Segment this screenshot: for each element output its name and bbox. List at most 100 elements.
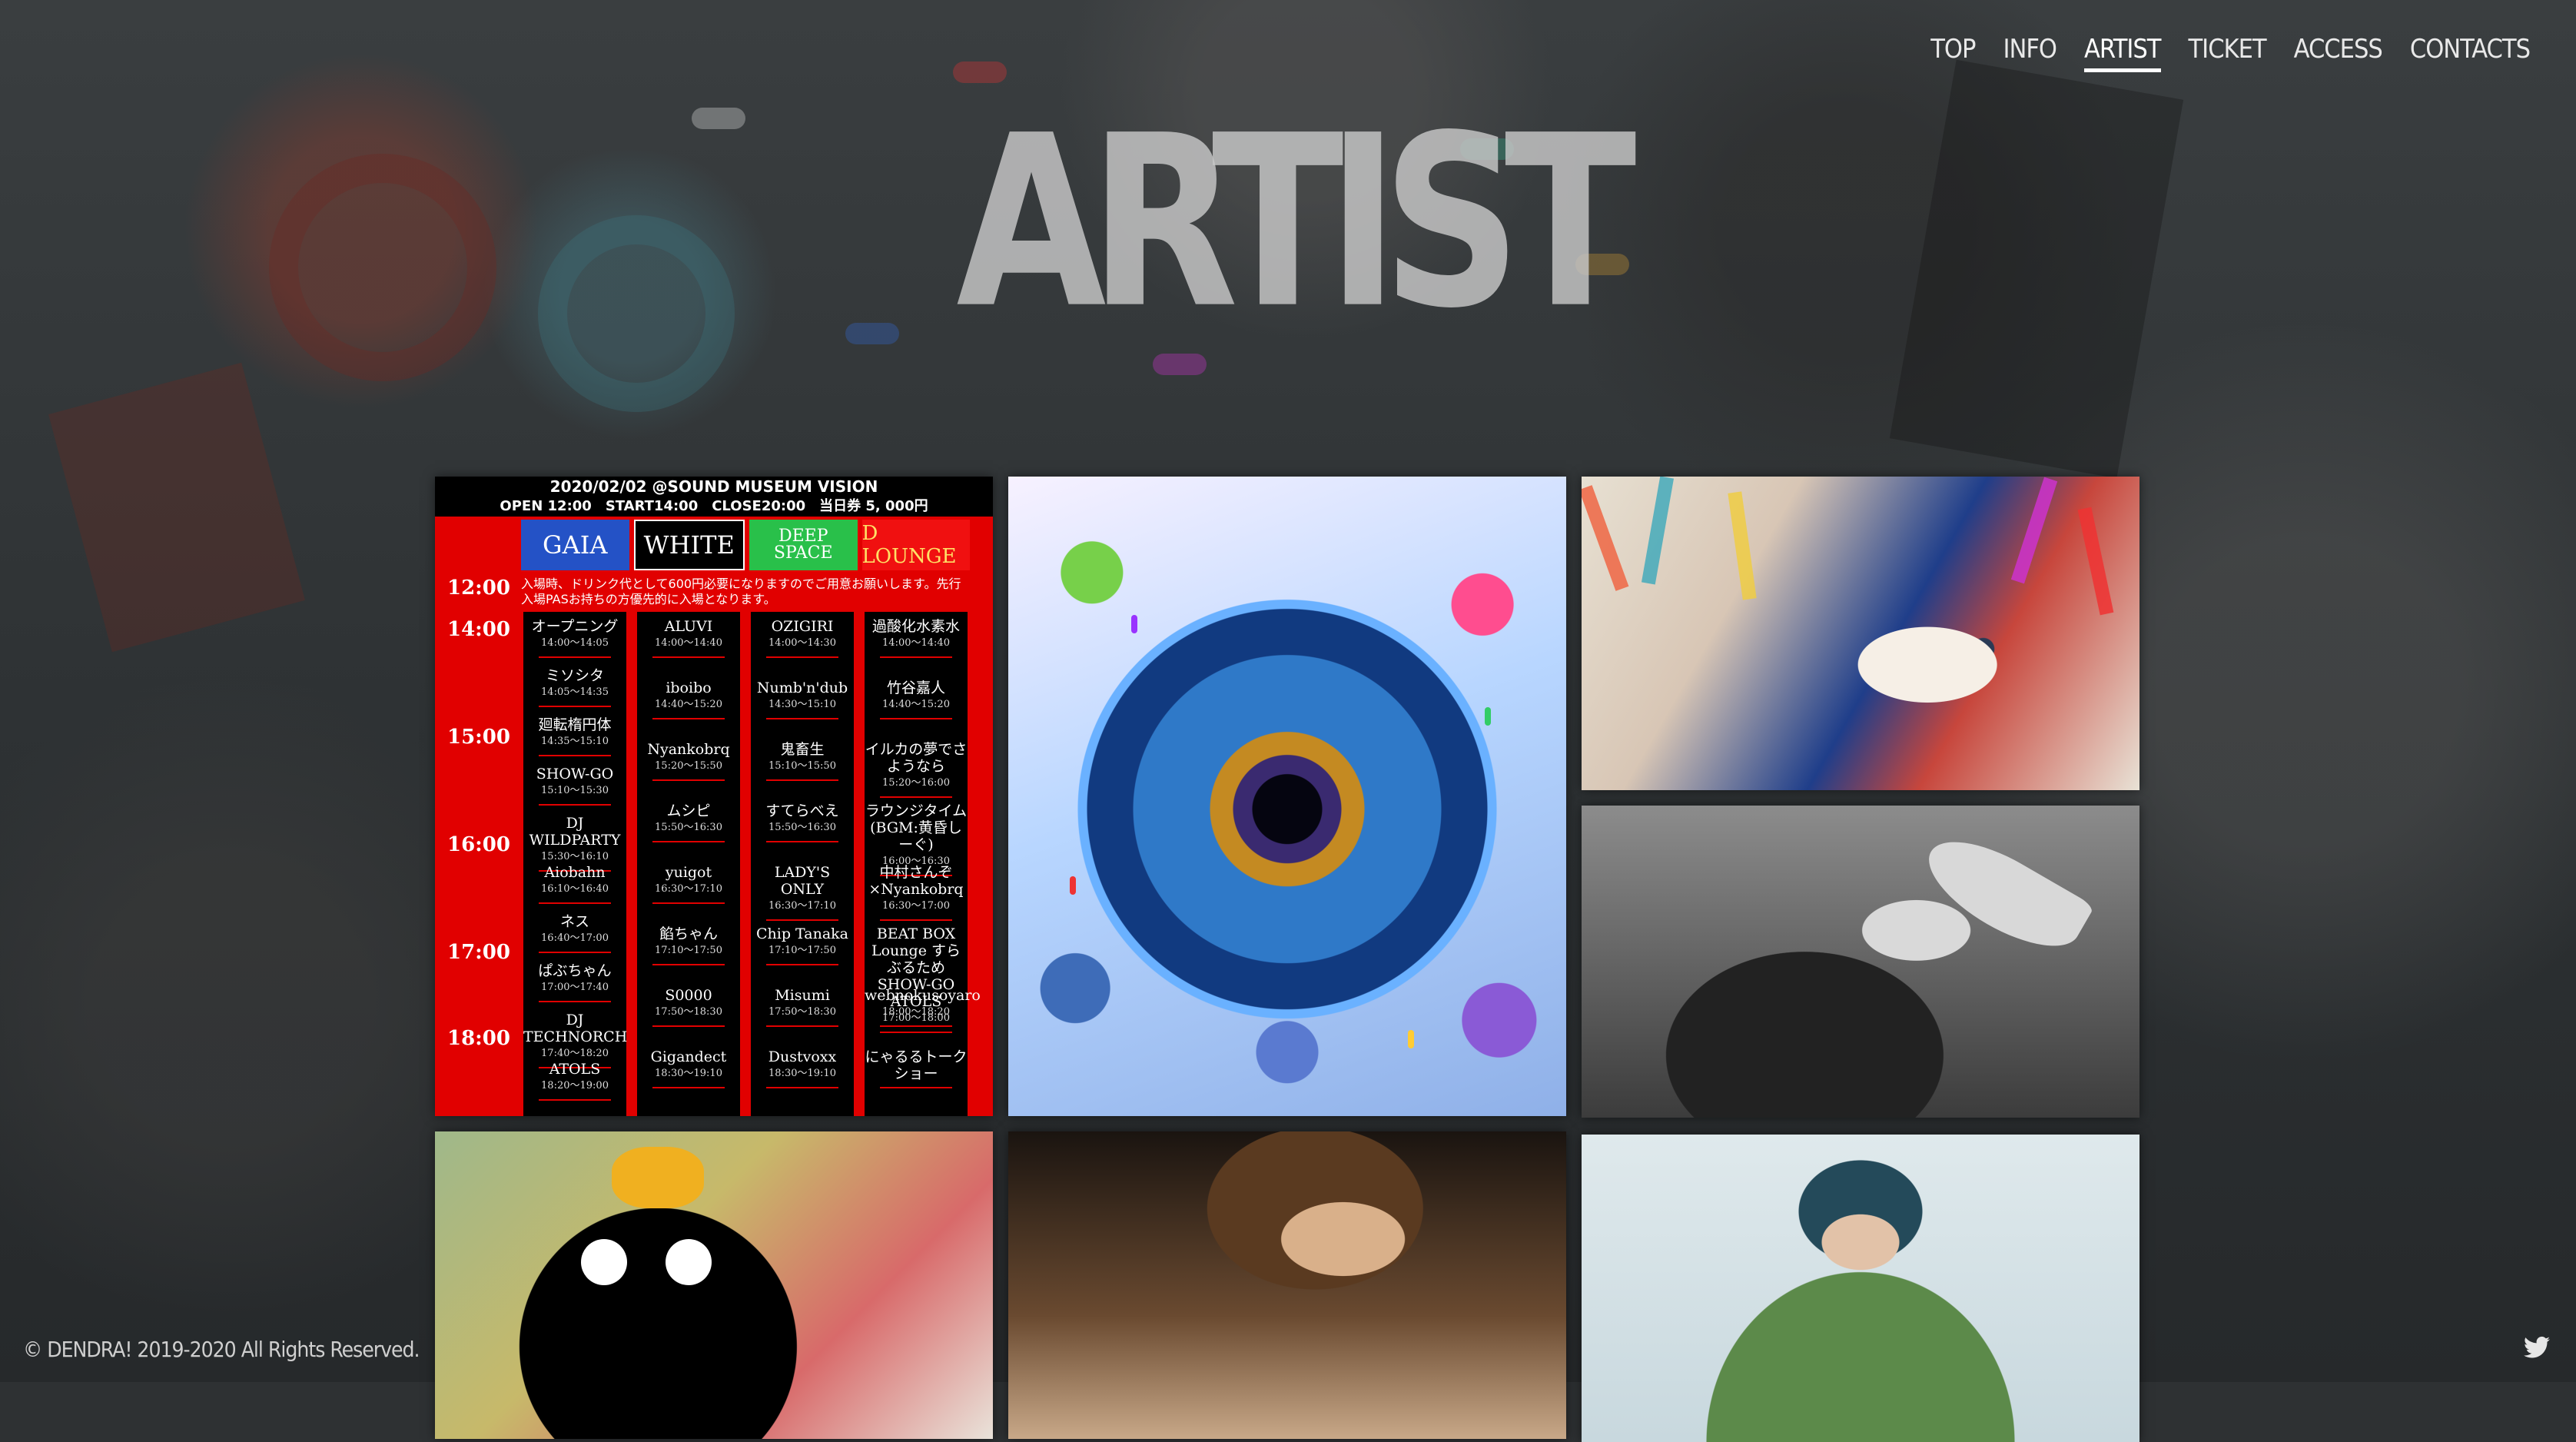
slot-time: 16:30〜17:10 — [768, 900, 836, 912]
artist-name: DJ TECHNORCH — [523, 1012, 628, 1045]
artist-tile-eye-artwork[interactable] — [1008, 477, 1566, 1116]
timetable-stage-column: 過酸化水素水 14:00〜14:40 竹谷嘉人 14:40〜15:20 イルカの夢でさよ… — [862, 612, 981, 1116]
artist-name: Gigandect — [650, 1048, 727, 1065]
slot-time: 14:40〜15:20 — [655, 699, 722, 710]
slot-time: 14:35〜15:10 — [541, 736, 609, 747]
timetable-slot: DJ TECHNORCH 17:40〜18:20 — [523, 1012, 628, 1068]
timetable-slot: 過酸化水素水 14:00〜14:40 — [865, 618, 968, 658]
slot-time: 14:00〜14:40 — [655, 637, 722, 649]
artist-name: iboibo — [666, 679, 712, 696]
artist-name: 餡ちゃん — [659, 925, 718, 942]
artist-name: Numb'n'dub — [756, 679, 848, 696]
artist-name: にゃるるトークショー — [865, 1048, 968, 1082]
timetable-columns: オープニング 14:00〜14:05 ミソシタ 14:05〜14:35 廻転楕円体 14:… — [521, 612, 981, 1116]
slot-time: 17:40〜18:20 — [541, 1048, 609, 1059]
artist-name: ミソシタ — [545, 667, 604, 684]
timetable-hours: OPEN 12:00 START14:00 CLOSE20:00 当日券 5, … — [500, 498, 928, 514]
slot-time: 16:30〜17:00 — [882, 900, 950, 912]
timetable-slot: Aiobahn 16:10〜16:40 — [523, 864, 626, 904]
artist-name: ネス — [559, 913, 589, 930]
slot-time: 15:30〜16:10 — [541, 851, 609, 862]
time-label: 12:00 — [447, 576, 510, 600]
timetable-slot: Dustvoxx 18:30〜19:10 — [751, 1048, 854, 1088]
timetable-slot: ネス 16:40〜17:00 — [523, 913, 626, 953]
timetable-slot: Numb'n'dub 14:30〜15:10 — [751, 679, 854, 719]
artist-name: 鬼畜生 — [780, 741, 825, 758]
slot-time: 18:30〜19:10 — [655, 1068, 722, 1079]
timetable-slot: 中村さんぞ×Nyankobrq 16:30〜17:00 — [865, 864, 968, 921]
artist-name: 中村さんぞ×Nyankobrq — [868, 864, 964, 898]
artist-name: DJ WILDPARTY — [529, 815, 621, 849]
slot-time: 15:20〜16:00 — [882, 777, 950, 789]
artist-tile-timetable[interactable]: 2020/02/02 @SOUND MUSEUM VISION OPEN 12:… — [435, 477, 993, 1116]
artist-name: yuigot — [665, 864, 712, 881]
timetable-slot: Nyankobrq 15:20〜15:50 — [637, 741, 740, 781]
slot-time: 17:50〜18:30 — [655, 1006, 722, 1018]
slot-time: 15:10〜15:30 — [541, 785, 609, 796]
stage-label: GAIA — [521, 520, 629, 570]
artist-name: Aiobahn — [544, 864, 606, 881]
artist-name: S0000 — [665, 987, 712, 1004]
timetable-header: 2020/02/02 @SOUND MUSEUM VISION OPEN 12:… — [435, 477, 993, 517]
artist-name: ATOLS — [549, 1061, 601, 1078]
timetable-slot: ぱぶちゃん 17:00〜17:40 — [523, 962, 626, 1002]
slot-time: 17:50〜18:30 — [768, 1006, 836, 1018]
timetable-slot: 竹谷嘉人 14:40〜15:20 — [865, 679, 968, 719]
nav-contacts[interactable]: CONTACTS — [2410, 34, 2531, 72]
timetable-stage-column: ALUVI 14:00〜14:40 iboibo 14:40〜15:20 Nyankob… — [635, 612, 742, 1116]
nav-artist[interactable]: ARTIST — [2084, 34, 2161, 72]
artist-name: ムシピ — [666, 802, 711, 819]
copyright-text: © DENDRA! 2019-2020 All Rights Reserved. — [23, 1337, 420, 1362]
timetable-slot: Misumi 17:50〜18:30 — [751, 987, 854, 1027]
nav-info[interactable]: INFO — [2003, 34, 2057, 72]
artist-name: OZIGIRI — [771, 618, 834, 635]
time-label: 18:00 — [447, 1027, 510, 1050]
artist-name: Chip Tanaka — [756, 925, 848, 942]
time-label: 16:00 — [447, 833, 510, 856]
artist-name: Nyankobrq — [647, 741, 730, 758]
artist-name: LADY'S ONLY — [774, 864, 831, 898]
timetable-slot: yuigot 16:30〜17:10 — [637, 864, 740, 904]
artist-tile-illustration[interactable] — [1582, 477, 2139, 790]
slot-time: 16:40〜17:00 — [541, 932, 609, 944]
slot-time: 15:20〜15:50 — [655, 760, 722, 772]
slot-time: 15:50〜16:30 — [655, 822, 722, 833]
nav-top[interactable]: TOP — [1930, 34, 1976, 72]
timetable-slot: Chip Tanaka 17:10〜17:50 — [751, 925, 854, 965]
artist-name: オープニング — [531, 618, 619, 635]
artist-tile-plague-mask[interactable] — [1582, 806, 2139, 1118]
artist-name: ラウンジタイム (BGM:黄昏しーぐ) — [865, 802, 968, 853]
artist-tile-green-hoodie[interactable] — [1582, 1135, 2139, 1442]
slot-time: 18:30〜19:10 — [768, 1068, 836, 1079]
artist-name: webnokusoyaro — [865, 987, 981, 1004]
artist-tile-portrait[interactable] — [1008, 1131, 1566, 1439]
time-label: 17:00 — [447, 941, 510, 964]
slot-time: 15:10〜15:50 — [768, 760, 836, 772]
slot-time: 17:10〜17:50 — [655, 945, 722, 956]
slot-time: 14:05〜14:35 — [541, 686, 609, 698]
timetable-slot: Gigandect 18:30〜19:10 — [637, 1048, 740, 1088]
timetable-stage-column: OZIGIRI 14:00〜14:30 Numb'n'dub 14:30〜15:10 鬼… — [749, 612, 856, 1116]
timetable-slot: 廻転楕円体 14:35〜15:10 — [523, 716, 626, 756]
slot-time: 18:00〜18:20 — [882, 1006, 950, 1018]
nav-access[interactable]: ACCESS — [2294, 34, 2383, 72]
nav-ticket[interactable]: TICKET — [2189, 34, 2267, 72]
artist-name: 廻転楕円体 — [538, 716, 612, 733]
slot-time: 17:00〜17:40 — [541, 982, 609, 993]
timetable-slot: ムシピ 15:50〜16:30 — [637, 802, 740, 842]
slot-time: 15:50〜16:30 — [768, 822, 836, 833]
twitter-icon[interactable] — [2524, 1336, 2550, 1359]
timetable-stages: GAIA WHITE DEEP SPACE D LOUNGE — [521, 520, 970, 570]
timetable-slot: イルカの夢でさようなら 15:20〜16:00 — [865, 741, 968, 798]
timetable-slot: ATOLS 18:20〜19:00 — [523, 1061, 626, 1101]
artist-tile-collage[interactable] — [435, 1131, 993, 1439]
time-label: 15:00 — [447, 726, 510, 749]
time-label: 14:00 — [447, 618, 510, 641]
timetable-slot: SHOW-GO 15:10〜15:30 — [523, 766, 626, 806]
artist-name: SHOW-GO — [536, 766, 614, 782]
slot-time: 14:40〜15:20 — [882, 699, 950, 710]
artist-name: 過酸化水素水 — [871, 618, 960, 635]
artist-name: ALUVI — [664, 618, 713, 635]
artist-name: すてらべえ — [765, 802, 839, 819]
slot-time: 14:30〜15:10 — [768, 699, 836, 710]
